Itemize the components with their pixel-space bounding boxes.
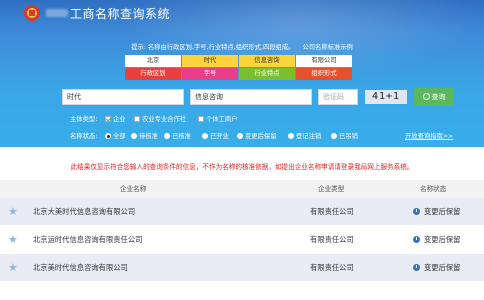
company-name[interactable]: 北京运时代信息咨询有限责任公司 xyxy=(33,226,142,254)
status-text: 变更后保留 xyxy=(424,235,461,244)
tip-example-title: 公司名称标准示例 xyxy=(302,44,353,51)
status-option-revoked[interactable]: 已吊销 xyxy=(331,131,358,140)
segment-value: 信息咨询 xyxy=(239,55,295,67)
status-text: 变更后保留 xyxy=(424,263,461,272)
query-button[interactable]: 查询 xyxy=(414,88,454,106)
column-header-name: 企业名称 xyxy=(120,185,147,193)
checkbox-icon[interactable] xyxy=(105,116,111,122)
status-option-opened[interactable]: 已开业 xyxy=(202,131,229,140)
query-guide-link[interactable]: 开放查询指南>> xyxy=(405,131,453,140)
option-label: 登记注销 xyxy=(296,133,322,140)
header-banner: 工商名称查询系统 提示: 名称由行政区划,字号,行业特点,组织形式,四段组成。 … xyxy=(0,0,484,147)
page-title: 工商名称查询系统 xyxy=(70,7,171,21)
option-label: 企业 xyxy=(113,116,126,123)
radio-icon[interactable] xyxy=(202,133,208,139)
segment-label: 行业特点 xyxy=(239,68,295,80)
column-header-type: 企业类型 xyxy=(318,185,345,193)
status-option-retained[interactable]: 变更后保留 xyxy=(237,131,276,140)
company-type: 有限责任公司 xyxy=(310,263,354,272)
segment-admin-division: 北京 行政区划 xyxy=(125,55,181,82)
segment-value: 北京 xyxy=(125,55,181,67)
status-option-all[interactable]: 全部 xyxy=(105,131,126,140)
star-icon[interactable]: ★ xyxy=(8,262,19,273)
star-icon[interactable]: ★ xyxy=(8,206,19,217)
name-format-example: 北京 行政区划 时代 字号 信息咨询 行业特点 有限公司 组织形式 xyxy=(125,55,353,82)
status-option-pending[interactable]: 待核准 xyxy=(131,131,158,140)
option-label: 变更后保留 xyxy=(245,133,277,140)
segment-label: 组织形式 xyxy=(296,68,352,80)
segment-industry: 信息咨询 行业特点 xyxy=(239,55,295,82)
checkbox-icon[interactable] xyxy=(198,116,204,122)
status-option-approved[interactable]: 已核准 xyxy=(164,131,191,140)
segment-value: 时代 xyxy=(182,55,238,67)
emblem-logo-icon xyxy=(24,5,40,21)
checkbox-icon[interactable] xyxy=(134,116,140,122)
table-row[interactable]: ★ 北京运时代信息咨询有限责任公司 有限责任公司 变更后保留 xyxy=(0,226,484,254)
tip-text: 提示: 名称由行政区划,字号,行业特点,组织形式,四段组成。 xyxy=(131,44,295,51)
radio-icon[interactable] xyxy=(331,133,337,139)
radio-icon[interactable] xyxy=(237,133,243,139)
table-header: 企业名称 企业类型 名称状态 xyxy=(0,180,484,198)
company-name[interactable]: 北京美时代信息咨询有限公司 xyxy=(33,254,128,282)
segment-org-form: 有限公司 组织形式 xyxy=(296,55,352,82)
info-icon xyxy=(413,263,420,271)
option-label: 已开业 xyxy=(210,133,229,140)
subject-type-label: 主体类型: xyxy=(70,116,98,123)
info-icon xyxy=(413,235,420,243)
logo-subtitle-blur xyxy=(46,9,68,17)
option-label: 已核准 xyxy=(172,133,191,140)
results-table: 企业名称 企业类型 名称状态 ★ 北京大美时代信息咨询有限公司 有限责任公司 变… xyxy=(0,180,484,282)
status-text: 变更后保留 xyxy=(424,207,461,216)
subject-option-individual[interactable]: 个体工商户 xyxy=(198,114,237,123)
segment-tradename: 时代 字号 xyxy=(182,55,238,82)
captcha-image[interactable]: 41+1 xyxy=(365,90,407,104)
subject-option-enterprise[interactable]: 企业 xyxy=(105,114,126,123)
radio-icon[interactable] xyxy=(164,133,170,139)
name-status-label: 名称状态: xyxy=(70,133,98,140)
table-row[interactable]: ★ 北京大美时代信息咨询有限公司 有限责任公司 变更后保留 xyxy=(0,198,484,226)
radio-icon[interactable] xyxy=(288,133,294,139)
option-label: 全部 xyxy=(113,133,126,140)
search-icon xyxy=(422,93,430,100)
column-header-status: 名称状态 xyxy=(420,185,447,193)
company-type: 有限责任公司 xyxy=(310,207,354,216)
tradename-input[interactable]: 时代 xyxy=(62,89,184,105)
option-label: 已吊销 xyxy=(339,133,358,140)
captcha-input[interactable]: 验证码 xyxy=(318,89,358,105)
info-icon xyxy=(413,207,420,215)
result-notice: 此结果仅显示符合您输入的查询条件的信息，不作为名称的核准依据，如提出企业名称申请… xyxy=(70,163,414,171)
star-icon[interactable]: ★ xyxy=(8,234,19,245)
radio-icon[interactable] xyxy=(105,133,111,139)
company-name[interactable]: 北京大美时代信息咨询有限公司 xyxy=(33,198,135,226)
segment-label: 行政区划 xyxy=(125,68,181,80)
option-label: 农业专业合作社 xyxy=(142,116,187,123)
table-row[interactable]: ★ 北京美时代信息咨询有限公司 有限责任公司 变更后保留 xyxy=(0,254,484,282)
segment-value: 有限公司 xyxy=(296,55,352,67)
industry-input[interactable]: 信息咨询 xyxy=(190,89,312,105)
company-type: 有限责任公司 xyxy=(310,235,354,244)
radio-icon[interactable] xyxy=(131,133,137,139)
segment-label: 字号 xyxy=(182,68,238,80)
option-label: 个体工商户 xyxy=(206,116,238,123)
name-status: 变更后保留 xyxy=(413,226,460,254)
name-status: 变更后保留 xyxy=(413,254,460,282)
name-format-tip: 提示: 名称由行政区划,字号,行业特点,组织形式,四段组成。 公司名称标准示例 xyxy=(0,42,484,51)
query-label: 查询 xyxy=(431,93,446,101)
name-status: 变更后保留 xyxy=(413,198,460,226)
option-label: 待核准 xyxy=(139,133,158,140)
subject-option-coop[interactable]: 农业专业合作社 xyxy=(134,114,186,123)
status-option-deregistered[interactable]: 登记注销 xyxy=(288,131,321,140)
